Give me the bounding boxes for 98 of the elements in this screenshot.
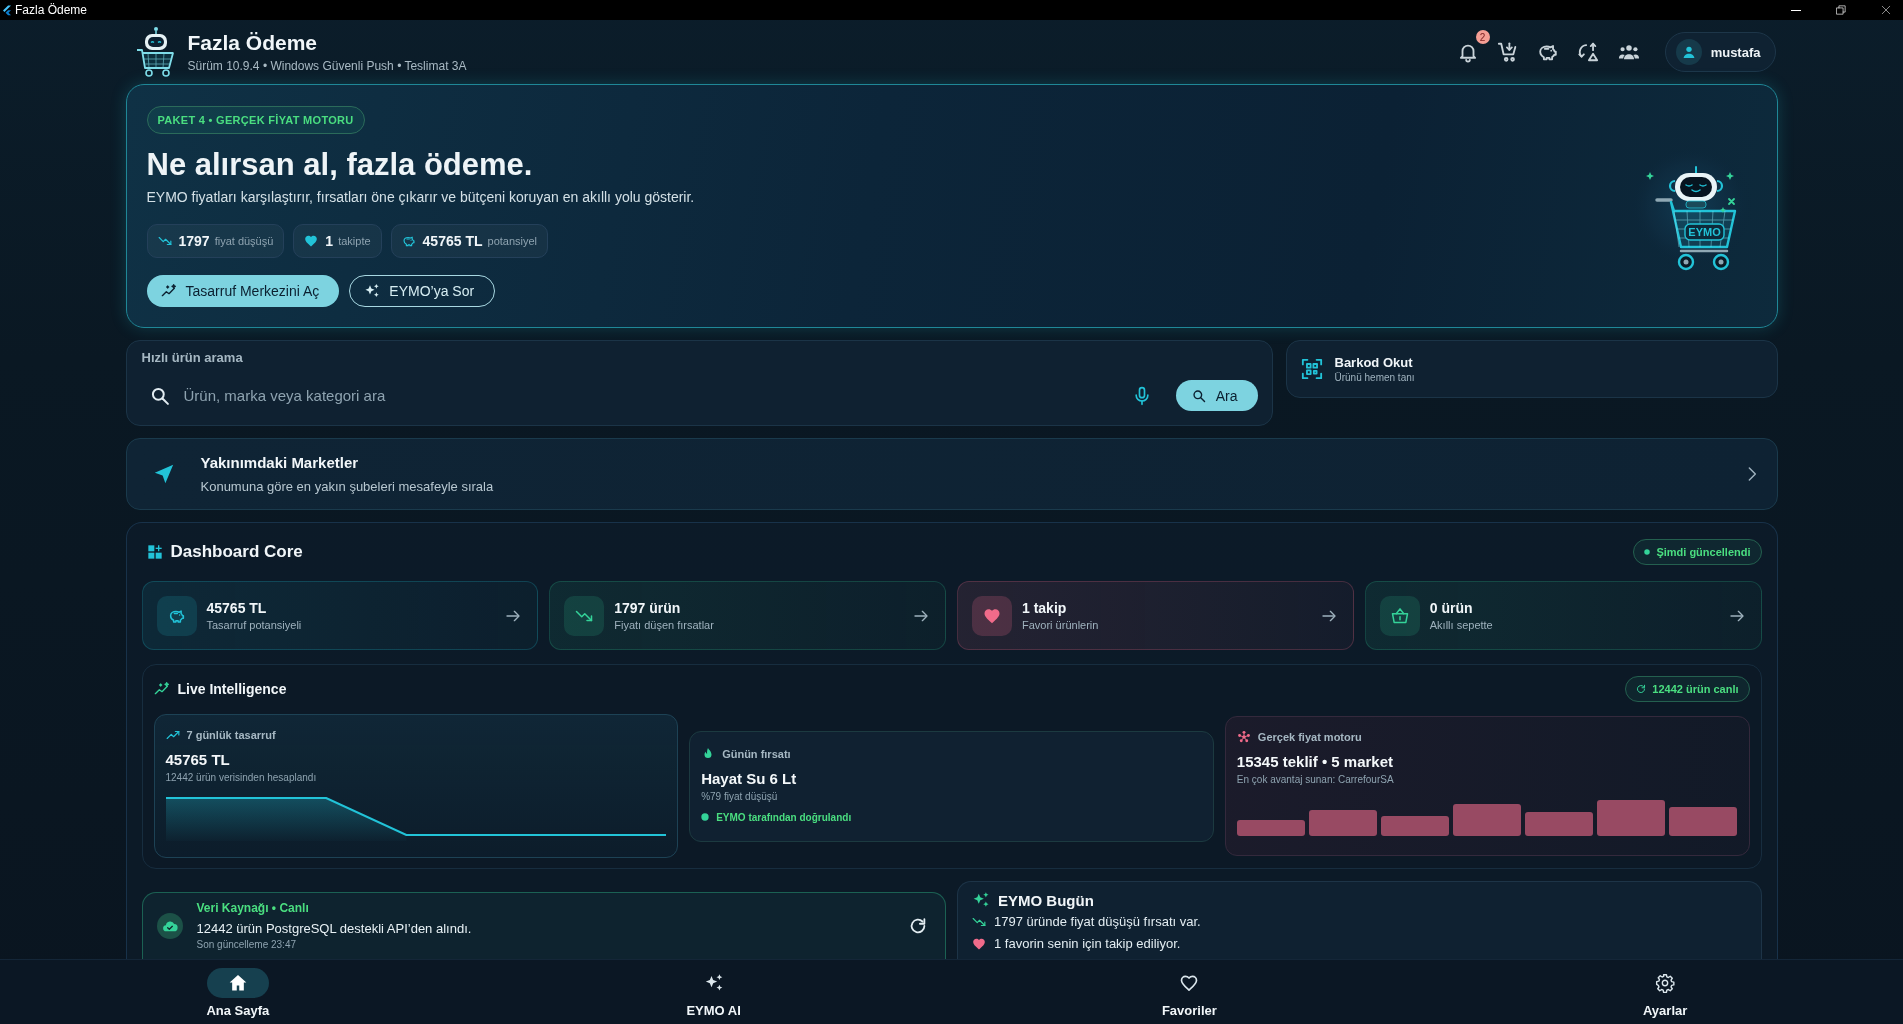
insights-icon bbox=[160, 282, 177, 299]
nearby-subtitle: Konumuna göre en yakın şubeleri mesafeyle sırala bbox=[200, 477, 495, 496]
search-icon bbox=[149, 385, 170, 406]
card-title: Günün fırsatı bbox=[722, 746, 791, 762]
hero-description: EYMO fiyatları karşılaştırır, fırsatları öne çıkarır ve bütçeni koruyan en akıllı yolu gösterir. bbox=[146, 187, 695, 206]
window-title: Fazla Ödeme bbox=[15, 3, 88, 17]
trend-down-icon bbox=[972, 915, 986, 929]
price-bar bbox=[1669, 807, 1738, 836]
notification-badge: 2 bbox=[1475, 30, 1490, 44]
section-title: Dashboard Core bbox=[170, 542, 303, 562]
qr-scan-icon bbox=[1300, 358, 1323, 380]
today-item-text: 1 favorin senin için takip ediliyor. bbox=[994, 935, 1181, 953]
card-value: 15345 teklif • 5 market bbox=[1236, 753, 1394, 771]
sparkles-icon bbox=[972, 891, 990, 909]
nav-tab[interactable]: EYMO AI bbox=[686, 960, 741, 1024]
price-bar bbox=[1453, 804, 1522, 836]
network-icon bbox=[1236, 730, 1251, 744]
stat-label: Fiyatı düşen fırsatlar bbox=[614, 617, 715, 633]
piggy-bank-icon bbox=[156, 595, 197, 636]
search-label: Hızlı ürün arama bbox=[141, 351, 244, 365]
stat-card[interactable]: 45765 TL Tasarruf potansiyeli bbox=[141, 581, 539, 650]
trend-up-icon bbox=[165, 728, 180, 742]
card-title: 7 günlük tasarruf bbox=[186, 728, 276, 743]
barcode-scan-card[interactable]: Barkod Okut Ürünü hemen tanı bbox=[1285, 340, 1778, 398]
dashboard-icon bbox=[146, 544, 163, 560]
stat-value: 1797 ürün bbox=[614, 598, 682, 617]
stat-label: Tasarruf potansiyeli bbox=[206, 617, 303, 633]
stat-card[interactable]: 0 ürün Akıllı sepette bbox=[1364, 581, 1762, 650]
stat-card[interactable]: 1797 ürün Fiyatı düşen fırsatlar bbox=[549, 581, 946, 650]
close-icon[interactable] bbox=[1881, 5, 1891, 15]
search-button[interactable]: Ara bbox=[1175, 380, 1258, 411]
home-icon bbox=[206, 968, 269, 998]
person-icon bbox=[1675, 39, 1702, 65]
stat-value: 45765 TL bbox=[206, 598, 268, 617]
status-text: 12442 ürün canlı bbox=[1652, 683, 1739, 695]
search-box[interactable]: Hızlı ürün arama Ürün, marka veya kategori ara Ara bbox=[125, 340, 1273, 426]
heart-icon bbox=[304, 233, 319, 248]
app-title: Fazla Ödeme bbox=[187, 30, 319, 56]
restore-icon[interactable] bbox=[1836, 5, 1846, 15]
cloud-done-icon bbox=[156, 913, 183, 939]
hero-title: Ne alırsan al, fazla ödeme. bbox=[146, 146, 533, 183]
nav-tab[interactable]: Ana Sayfa bbox=[206, 960, 270, 1024]
card-note: 12442 ürün verisinden hesaplandı bbox=[165, 772, 318, 784]
nearby-title: Yakınımdaki Marketler bbox=[200, 452, 360, 473]
chip-value: 45765 TL bbox=[422, 232, 483, 249]
source-text: 12442 ürün PostgreSQL destekli API’den alındı. bbox=[196, 920, 473, 937]
source-title: Veri Kaynağı • Canlı bbox=[196, 901, 310, 916]
barcode-title: Barkod Okut bbox=[1334, 353, 1414, 371]
stat-label: Akıllı sepette bbox=[1429, 617, 1494, 633]
app-logo-icon bbox=[3, 4, 11, 16]
today-item-text: 1797 üründe fiyat düşüşü fırsatı var. bbox=[994, 913, 1201, 931]
card-value: 45765 TL bbox=[165, 751, 231, 769]
chip-value: 1797 bbox=[178, 232, 210, 249]
cart-label: EYMO bbox=[1687, 226, 1721, 238]
sparkles-icon bbox=[364, 282, 381, 299]
add-to-cart-icon[interactable] bbox=[1496, 41, 1519, 63]
refresh-icon bbox=[1636, 684, 1647, 694]
stat-value: 0 ürün bbox=[1429, 598, 1474, 617]
card-note: En çok avantaj sunan: CarrefourSA bbox=[1236, 774, 1395, 786]
insights-icon bbox=[153, 681, 170, 697]
chip-label: takipte bbox=[338, 234, 371, 247]
price-bar bbox=[1236, 820, 1305, 836]
minimize-icon[interactable] bbox=[1791, 9, 1801, 11]
verified-text: EYMO tarafından doğrulandı bbox=[716, 811, 852, 823]
chip-label: fiyat düşüşü bbox=[214, 234, 274, 247]
nearby-markets-card[interactable]: Yakınımdaki Marketler Konumuna göre en yakın şubeleri mesafeyle sırala bbox=[125, 438, 1778, 510]
card-title: Gerçek fiyat motoru bbox=[1257, 730, 1362, 745]
stat-value: 1 takip bbox=[1022, 598, 1068, 617]
price-bar bbox=[1597, 800, 1666, 836]
search-field[interactable]: Ürün, marka veya kategori ara bbox=[183, 381, 1118, 410]
card-note: %79 fiyat düşüşü bbox=[701, 790, 779, 803]
status-text: Şimdi güncellendi bbox=[1656, 546, 1751, 558]
basket-icon bbox=[1379, 595, 1420, 636]
today-title: EYMO Bugün bbox=[998, 891, 1094, 909]
product-name: Hayat Su 6 Lt bbox=[701, 769, 798, 788]
trend-down-icon bbox=[564, 595, 605, 636]
user-menu-button[interactable]: mustafa bbox=[1664, 32, 1776, 72]
chip-label: potansiyel bbox=[487, 234, 538, 247]
nav-tab[interactable]: Ayarlar bbox=[1642, 960, 1688, 1024]
search-icon bbox=[1191, 388, 1206, 403]
price-bar bbox=[1308, 810, 1377, 836]
robot-cart-icon bbox=[135, 26, 176, 78]
exchange-icon[interactable] bbox=[1576, 41, 1599, 63]
price-bar bbox=[1381, 815, 1450, 836]
stat-card[interactable]: 1 takip Favori ürünlerin bbox=[957, 581, 1354, 650]
last-updated-text: Son güncelleme 23:47 bbox=[196, 939, 298, 951]
refresh-icon[interactable] bbox=[909, 917, 927, 935]
package-badge: PAKET 4 • GERÇEK FİYAT MOTORU bbox=[146, 105, 365, 134]
savings-center-button[interactable]: Tasarruf Merkezini Aç bbox=[146, 274, 340, 307]
navigation-arrow-icon bbox=[152, 463, 175, 485]
nav-tab[interactable]: Favoriler bbox=[1161, 960, 1217, 1024]
stat-label: Favori ürünlerin bbox=[1022, 617, 1100, 633]
chip-value: 1 bbox=[325, 232, 334, 249]
heart-icon bbox=[972, 937, 986, 951]
barcode-subtitle: Ürünü hemen tanı bbox=[1334, 370, 1415, 385]
app-version-info: Sürüm 10.9.4 • Windows Güvenli Push • Teslimat 3A bbox=[187, 59, 467, 74]
section-title: Live Intelligence bbox=[177, 681, 287, 697]
price-bar bbox=[1525, 812, 1594, 836]
